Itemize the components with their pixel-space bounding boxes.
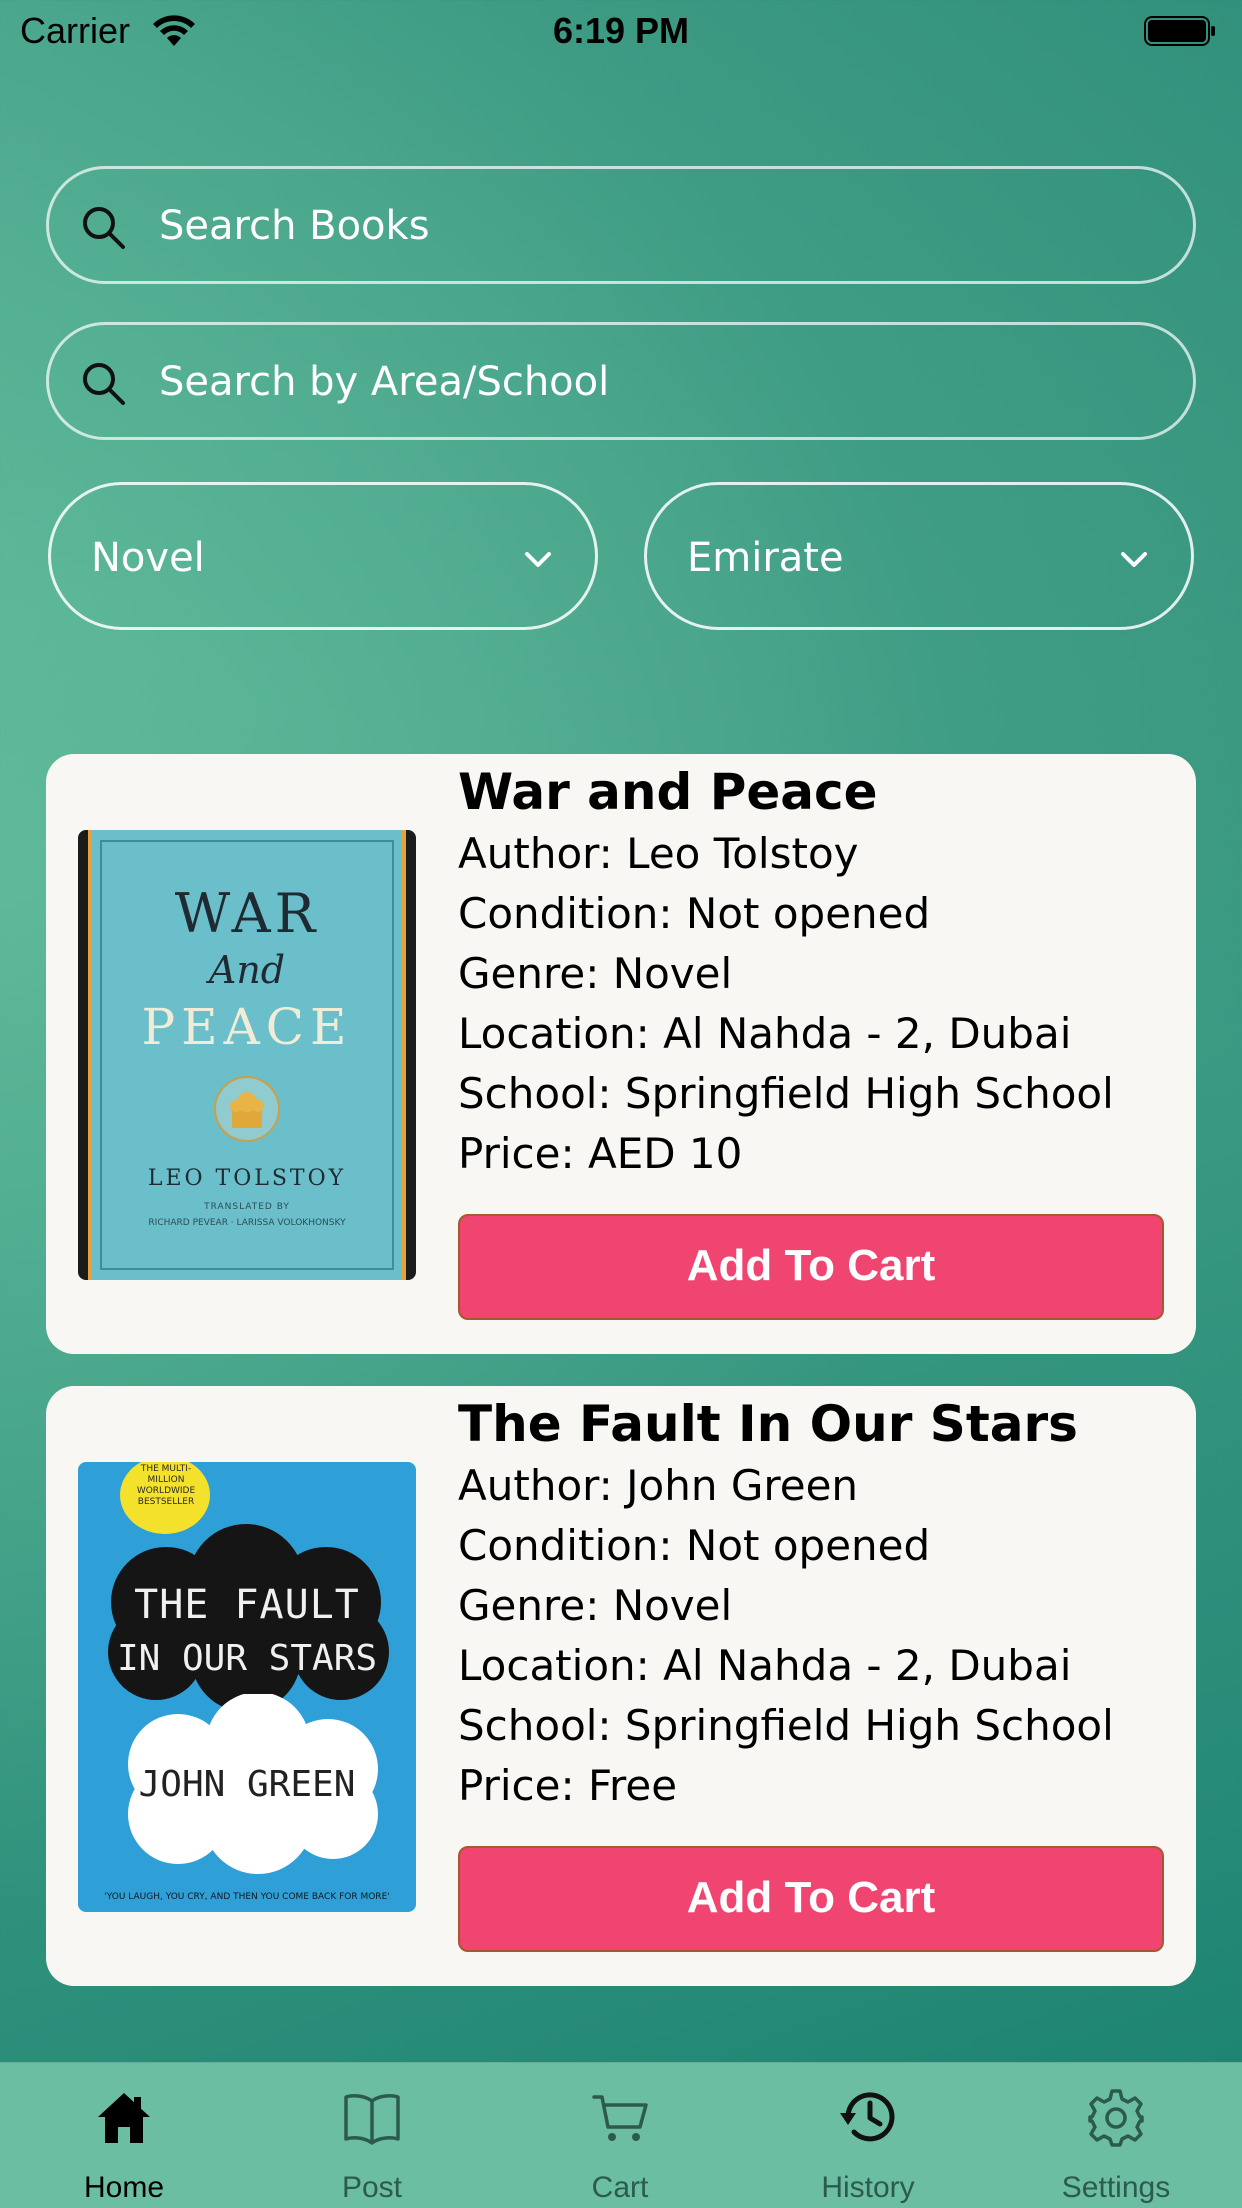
tab-cart[interactable]: Cart [496,2063,744,2208]
book-title: War and Peace [458,763,878,821]
tab-settings[interactable]: Settings [992,2063,1240,2208]
tab-bar: Home Post Cart History Settings [0,2062,1242,2208]
tab-label: History [821,2171,915,2204]
book-school: School: Springfield High School [458,1069,1114,1118]
book-info: The Fault In Our Stars Author: John Gree… [458,1392,1166,1816]
search-area-placeholder: Search by Area/School [159,359,610,405]
cover-tagline: 'YOU LAUGH, YOU CRY, AND THEN YOU COME B… [104,1892,390,1902]
cover-title-line1: WAR [174,882,320,945]
book-location: Location: Al Nahda - 2, Dubai [458,1009,1072,1058]
tab-post[interactable]: Post [248,2063,496,2208]
tab-home[interactable]: Home [0,2063,248,2208]
genre-dropdown-value: Novel [91,535,205,581]
search-icon [83,207,125,249]
cover-author: JOHN GREEN [138,1764,356,1805]
battery-icon [1144,16,1215,46]
tab-label: Post [341,2171,403,2204]
search-area-input[interactable]: Search by Area/School [46,322,1196,440]
book-location: Location: Al Nahda - 2, Dubai [458,1641,1072,1690]
cover-translators: RICHARD PEVEAR · LARISSA VOLOKHONSKY [148,1218,346,1228]
book-card: THE MULTI-MILLION WORLDWIDE BESTSELLER T [46,1386,1196,1986]
cover-author: LEO TOLSTOY [147,1166,347,1191]
chevron-down-icon [525,552,551,567]
cover-translated-by: TRANSLATED BY [204,1202,290,1212]
cover-badge: THE MULTI-MILLION WORLDWIDE BESTSELLER [136,1464,196,1507]
emirate-dropdown-value: Emirate [687,535,844,581]
book-price: Price: AED 10 [458,1129,743,1178]
book-info: War and Peace Author: Leo Tolstoy Condit… [458,760,1166,1184]
tab-label: Settings [1061,2171,1171,2204]
chevron-down-icon [1121,552,1147,567]
book-condition: Condition: Not opened [458,1521,931,1570]
cover-title-line2: And [208,948,286,992]
status-bar: Carrier 6:19 PM [0,0,1242,62]
cart-icon [592,2095,648,2141]
book-genre: Genre: Novel [458,949,733,998]
add-to-cart-button[interactable]: Add To Cart [458,1846,1164,1952]
book-cover-war-and-peace: WAR And PEACE LEO TOLSTOY TRANSLATED BY … [78,830,416,1280]
status-time: 6:19 PM [552,10,690,51]
cover-title-line2: IN OUR STARS [116,1638,378,1679]
add-to-cart-button[interactable]: Add To Cart [458,1214,1164,1320]
search-books-input[interactable]: Search Books [46,166,1196,284]
book-school: School: Springfield High School [458,1701,1114,1750]
tab-label: Cart [591,2171,649,2204]
book-genre: Genre: Novel [458,1581,733,1630]
search-icon [83,363,125,405]
emirate-dropdown[interactable]: Emirate [644,482,1194,630]
tab-label: Home [83,2171,165,2204]
book-author: Author: John Green [458,1461,859,1510]
search-books-placeholder: Search Books [159,203,430,249]
cover-title-line3: PEACE [141,998,353,1056]
gear-icon [1088,2089,1144,2147]
book-cover-fault-in-our-stars: THE MULTI-MILLION WORLDWIDE BESTSELLER T [78,1462,416,1912]
cover-title-line1: THE FAULT [134,1582,360,1628]
history-icon [840,2092,895,2142]
genre-dropdown[interactable]: Novel [48,482,598,630]
book-author: Author: Leo Tolstoy [458,829,859,878]
book-price: Price: Free [458,1761,678,1810]
cover-emblem [214,1076,280,1142]
home-icon [98,2093,150,2143]
book-title: The Fault In Our Stars [458,1395,1078,1453]
book-icon [344,2094,400,2145]
book-card: WAR And PEACE LEO TOLSTOY TRANSLATED BY … [46,754,1196,1354]
book-condition: Condition: Not opened [458,889,931,938]
tab-history[interactable]: History [744,2063,992,2208]
